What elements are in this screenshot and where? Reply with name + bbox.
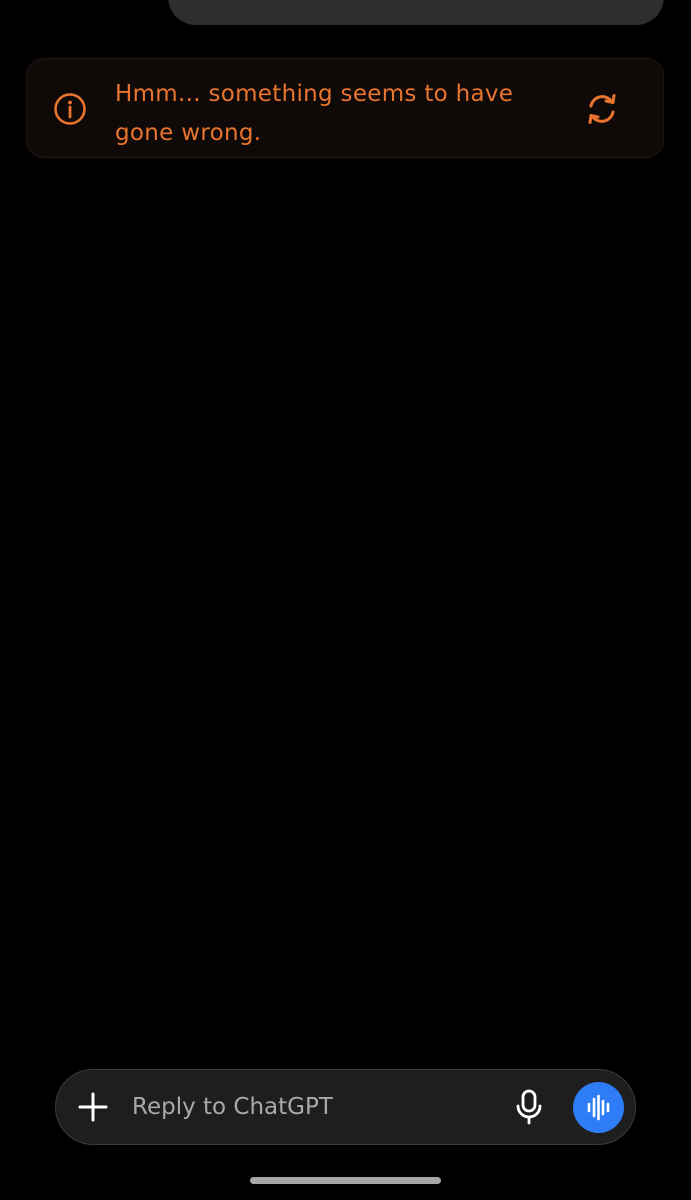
voice-mode-button[interactable]	[573, 1082, 624, 1133]
chat-screen: Hmm... something seems to have gone wron…	[0, 0, 691, 1200]
error-message: Hmm... something seems to have gone wron…	[115, 81, 514, 146]
home-indicator	[250, 1177, 441, 1184]
previous-message-bubble	[168, 0, 664, 25]
message-composer	[55, 1069, 636, 1145]
plus-icon[interactable]	[72, 1086, 114, 1128]
reply-input[interactable]	[132, 1087, 492, 1127]
info-circle-icon	[53, 92, 87, 126]
microphone-icon[interactable]	[509, 1087, 549, 1127]
voice-waveform-icon	[587, 1094, 610, 1121]
error-banner: Hmm... something seems to have gone wron…	[26, 58, 664, 158]
refresh-icon[interactable]	[582, 89, 622, 129]
